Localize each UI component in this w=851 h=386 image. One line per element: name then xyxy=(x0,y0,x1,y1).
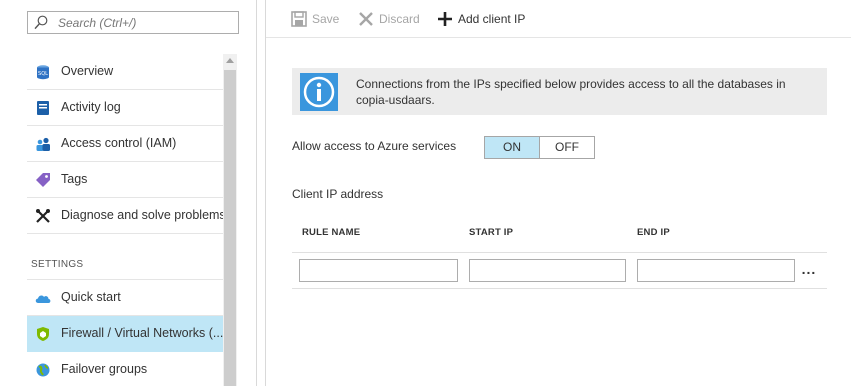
allow-azure-services-label: Allow access to Azure services xyxy=(292,139,457,153)
menu-item-access-control[interactable]: Access control (IAM) xyxy=(27,126,223,162)
resource-menu: Search (Ctrl+/) SQL Overview Activity lo… xyxy=(0,0,257,386)
table-divider xyxy=(292,252,827,253)
column-header-start-ip: START IP xyxy=(469,227,514,238)
cloud-icon xyxy=(35,295,51,303)
menu-item-quick-start[interactable]: Quick start xyxy=(27,280,223,316)
section-title: SETTINGS xyxy=(31,259,84,270)
info-banner: Connections from the IPs specified below… xyxy=(292,68,827,115)
client-ip-address-label: Client IP address xyxy=(292,187,384,201)
svg-text:SQL: SQL xyxy=(38,71,48,77)
close-icon xyxy=(359,12,373,26)
firewall-blade: Save Discard Add client IP Connections f… xyxy=(265,0,851,386)
sql-database-icon: SQL xyxy=(37,65,49,80)
menu-item-label: Activity log xyxy=(61,100,121,114)
save-label: Save xyxy=(312,12,340,26)
menu-item-overview[interactable]: SQL Overview xyxy=(27,54,223,90)
menu-item-tags[interactable]: Tags xyxy=(27,162,223,198)
search-icon xyxy=(34,15,48,30)
info-icon xyxy=(300,73,338,111)
menu-item-failover-groups[interactable]: Failover groups xyxy=(27,352,223,386)
menu-item-label: Failover groups xyxy=(61,362,148,376)
start-ip-input[interactable] xyxy=(469,259,626,282)
column-header-rule-name: RULE NAME xyxy=(302,227,361,238)
globe-icon xyxy=(36,363,50,377)
tag-icon xyxy=(36,173,50,187)
discard-label: Discard xyxy=(379,12,420,26)
menu-scrollbar[interactable] xyxy=(223,54,237,386)
azure-services-toggle[interactable]: ON OFF xyxy=(484,136,595,159)
column-header-end-ip: END IP xyxy=(637,227,670,238)
save-icon xyxy=(291,11,307,27)
settings-section-header: SETTINGS xyxy=(27,246,223,280)
search-placeholder: Search (Ctrl+/) xyxy=(58,16,137,30)
menu-item-label: Access control (IAM) xyxy=(61,136,177,150)
scroll-up-arrow-icon[interactable] xyxy=(223,54,237,68)
menu-item-label: Firewall / Virtual Networks (... xyxy=(61,326,224,340)
menu-item-firewall[interactable]: Firewall / Virtual Networks (... xyxy=(27,316,223,352)
menu-item-activity-log[interactable]: Activity log xyxy=(27,90,223,126)
info-text: Connections from the IPs specified below… xyxy=(356,77,786,107)
menu-item-label: Tags xyxy=(61,172,88,186)
toggle-off-option[interactable]: OFF xyxy=(540,137,594,158)
users-icon xyxy=(36,137,50,151)
table-divider xyxy=(292,288,827,289)
plus-icon xyxy=(438,12,452,26)
shield-icon xyxy=(37,327,49,341)
toggle-on-option[interactable]: ON xyxy=(485,137,540,158)
end-ip-input[interactable] xyxy=(637,259,795,282)
menu-item-diagnose[interactable]: Diagnose and solve problems xyxy=(27,198,226,234)
menu-item-label: Quick start xyxy=(61,290,121,304)
scrollbar-thumb[interactable] xyxy=(224,70,236,386)
more-options-icon[interactable]: ... xyxy=(799,260,819,278)
add-client-ip-label: Add client IP xyxy=(458,12,526,26)
search-box[interactable]: Search (Ctrl+/) xyxy=(27,11,239,34)
menu-item-label: Overview xyxy=(61,64,114,78)
wrench-icon xyxy=(36,209,50,223)
activity-log-icon xyxy=(37,101,49,115)
command-bar: Save Discard Add client IP xyxy=(266,0,851,38)
menu-item-label: Diagnose and solve problems xyxy=(61,208,226,222)
rule-name-input[interactable] xyxy=(299,259,458,282)
